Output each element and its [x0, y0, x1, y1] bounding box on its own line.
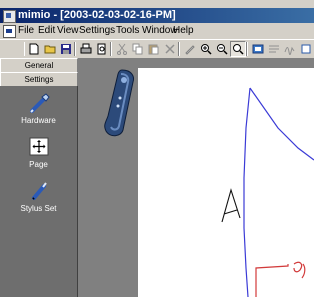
blue-stroke	[243, 87, 251, 297]
delete-button[interactable]	[162, 41, 178, 57]
toolbar-more-icon	[301, 44, 311, 54]
paste-button[interactable]	[146, 41, 162, 57]
window-title: mimio - [2003-02-03-02-16-PM]	[18, 9, 176, 21]
new-document-button[interactable]	[26, 41, 42, 57]
pen-button[interactable]	[182, 41, 198, 57]
copy-icon	[132, 43, 143, 55]
menu-settings[interactable]: Settings	[79, 23, 115, 39]
settings-panel: Hardware Page Stylus Set	[0, 86, 78, 297]
handwriting-icon	[284, 46, 295, 55]
mimio-window: mimio - [2003-02-03-02-16-PM] File Edit …	[0, 0, 314, 297]
print-preview-icon	[97, 43, 106, 55]
scissors-icon	[117, 43, 127, 55]
print-preview-button[interactable]	[94, 41, 110, 57]
delete-x-icon	[165, 44, 175, 54]
red-stroke	[293, 261, 306, 279]
zoom-in-icon	[201, 44, 212, 55]
menu-view[interactable]: View	[57, 23, 79, 39]
tab-settings[interactable]: Settings	[0, 72, 78, 87]
cut-button[interactable]	[114, 41, 130, 57]
sidebar-item-hardware[interactable]: Hardware	[0, 92, 77, 125]
tab-general[interactable]: General	[0, 58, 78, 73]
copy-button[interactable]	[130, 41, 146, 57]
open-button[interactable]	[42, 41, 58, 57]
mimio-capture-bar-image	[100, 68, 140, 138]
title-bar[interactable]: mimio - [2003-02-03-02-16-PM]	[0, 8, 314, 23]
zoom-out-icon	[217, 44, 228, 55]
printer-icon	[80, 43, 92, 54]
text-recognition-button[interactable]	[266, 41, 282, 57]
page-move-icon	[26, 136, 52, 158]
menu-file[interactable]: File	[18, 23, 34, 39]
zoom-in-button[interactable]	[198, 41, 214, 57]
toolbar-separator	[178, 42, 180, 56]
paste-icon	[148, 44, 159, 55]
sidebar-item-label: Stylus Set	[20, 204, 57, 213]
menu-help[interactable]: Help	[173, 23, 194, 39]
page-view-button[interactable]	[250, 41, 266, 57]
text-recognition-icon	[269, 45, 279, 53]
handwritten-letter-a	[221, 188, 241, 223]
toolbar-separator	[110, 42, 112, 56]
page-view-icon	[252, 44, 264, 54]
print-button[interactable]	[78, 41, 94, 57]
sidebar-item-label: Hardware	[21, 116, 56, 125]
ink-drawing	[221, 87, 314, 297]
stylus-hardware-icon	[26, 92, 52, 114]
red-stroke	[255, 264, 289, 297]
app-icon[interactable]	[3, 10, 16, 23]
toolbar	[0, 39, 314, 59]
menu-tools[interactable]: Tools	[116, 23, 139, 39]
open-folder-icon	[44, 45, 56, 54]
new-document-icon	[29, 43, 39, 55]
document-menu-icon[interactable]	[3, 25, 16, 38]
zoom-fit-button[interactable]	[230, 41, 246, 57]
sidebar: General Settings Hardware Page Stylus Se…	[0, 58, 78, 297]
toolbar-separator	[246, 42, 248, 56]
save-disk-icon	[61, 44, 71, 54]
menu-bar: File Edit View Settings Tools Window Hel…	[0, 23, 314, 39]
zoom-out-button[interactable]	[214, 41, 230, 57]
sidebar-item-label: Page	[29, 160, 48, 169]
save-button[interactable]	[58, 41, 74, 57]
toolbar-more-button[interactable]	[298, 41, 314, 57]
toolbar-separator	[74, 42, 76, 56]
zoom-fit-icon	[233, 44, 244, 55]
stylus-pen-icon	[26, 180, 52, 202]
pen-icon	[185, 45, 195, 55]
menu-edit[interactable]: Edit	[38, 23, 55, 39]
sidebar-item-page[interactable]: Page	[0, 136, 77, 169]
sidebar-item-stylus-set[interactable]: Stylus Set	[0, 180, 77, 213]
handwriting-button[interactable]	[282, 41, 298, 57]
blue-stroke	[249, 87, 314, 161]
